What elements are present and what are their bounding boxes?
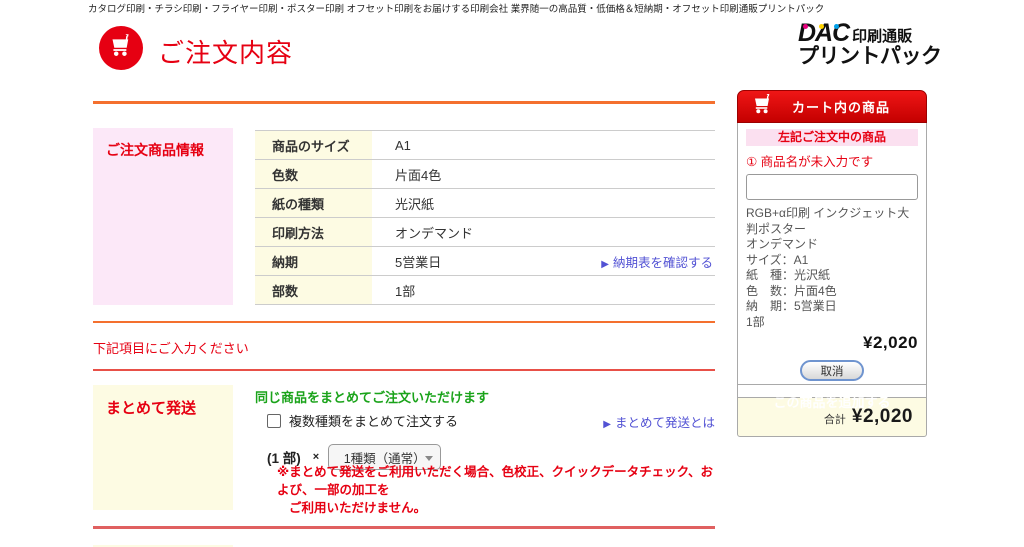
- product-name-input[interactable]: [746, 174, 918, 200]
- cart-total-label: 合計: [823, 414, 846, 426]
- printpac-logo: DAC 印刷通販 プリントパック: [798, 20, 948, 68]
- note-line-1: ※まとめて発送をご利用いただく場合、色校正、クイックデータチェック、および、一部…: [277, 465, 714, 497]
- cart-item-price: ¥2,020: [863, 333, 918, 352]
- logo-yellow-dot: [819, 24, 824, 29]
- cart-total-value: ¥2,020: [851, 406, 913, 427]
- row-label: 色数: [255, 160, 372, 188]
- row-value: オンデマンド: [395, 225, 474, 241]
- batch-shipping-info-link-label: まとめて発送とは: [614, 416, 715, 430]
- table-row-paper: 紙の種類 光沢紙: [255, 189, 715, 218]
- logo-magenta-dot: [803, 24, 808, 29]
- logo-line1: 印刷通販: [852, 27, 913, 45]
- divider-orange-mid: [93, 321, 715, 323]
- cart-sidebar: カート内の商品 左記ご注文中の商品 ① 商品名が未入力です RGB+α印刷 イン…: [737, 90, 927, 437]
- row-label: 部数: [255, 276, 372, 304]
- table-row-copies: 部数 1部: [255, 276, 715, 305]
- divider-red-thin: [93, 369, 715, 371]
- cart-title: カート内の商品: [792, 100, 891, 115]
- cart-item-details: RGB+α印刷 インクジェット大判ポスター オンデマンド サイズ：A1 紙 種：…: [746, 206, 918, 330]
- cart-item-name: RGB+α印刷 インクジェット大判ポスター: [746, 206, 910, 236]
- logo-cyan-dot: [834, 24, 839, 29]
- row-label: 印刷方法: [255, 218, 372, 246]
- cart-item-line: 紙 種：光沢紙: [746, 268, 831, 282]
- row-value: 1部: [395, 283, 416, 299]
- input-instruction-text: 下記項目にご入力ください: [93, 341, 249, 356]
- logo-line2: プリントパック: [798, 45, 942, 69]
- row-label: 紙の種類: [255, 189, 372, 217]
- note-line-2: ご利用いただけません。: [289, 501, 427, 515]
- table-row-size: 商品のサイズ A1: [255, 131, 715, 160]
- product-info-section-box: ご注文商品情報: [93, 128, 233, 305]
- batch-shipping-checkbox-label: 複数種類をまとめて注文する: [289, 414, 459, 429]
- row-value: 5営業日: [395, 254, 442, 270]
- row-value: 光沢紙: [395, 196, 435, 212]
- row-value: A1: [395, 137, 411, 153]
- delivery-schedule-link[interactable]: ▶ 納期表を確認する: [601, 252, 713, 271]
- batch-shipping-checkbox-row: 複数種類をまとめて注文する: [267, 411, 458, 430]
- multiply-sign: ×: [312, 451, 320, 463]
- triangle-icon: ▶: [601, 258, 609, 270]
- cart-item-line: サイズ：A1: [746, 252, 809, 267]
- order-header-icon: [99, 26, 143, 70]
- cart-item-line: オンデマンド: [746, 237, 819, 251]
- cart-name-warning: ① 商品名が未入力です: [746, 155, 874, 169]
- row-value: 片面4色: [395, 167, 442, 183]
- batch-shipping-note: ※まとめて発送をご利用いただく場合、色校正、クイックデータチェック、および、一部…: [277, 463, 722, 517]
- cart-item-line: 納 期：5営業日: [746, 299, 837, 313]
- cart-item-line: 1部: [746, 314, 765, 329]
- row-label: 納期: [255, 247, 372, 275]
- batch-shipping-section-label: まとめて発送: [106, 400, 197, 417]
- product-info-section-label: ご注文商品情報: [106, 142, 204, 158]
- divider-red-bottom: [93, 526, 715, 529]
- cancel-button[interactable]: 取消: [800, 360, 864, 381]
- cart-icon: [108, 32, 135, 64]
- divider-orange-top: [93, 101, 715, 104]
- cart-header: カート内の商品: [737, 90, 927, 123]
- batch-shipping-info-link[interactable]: ▶ まとめて発送とは: [603, 412, 715, 431]
- triangle-icon: ▶: [603, 419, 611, 430]
- batch-shipping-checkbox[interactable]: [267, 413, 281, 428]
- table-row-method: 印刷方法 オンデマンド: [255, 218, 715, 247]
- cart-subtitle: 左記ご注文中の商品: [746, 129, 918, 146]
- chevron-down-icon: [425, 456, 434, 461]
- cart-item-line: 色 数：片面4色: [746, 283, 837, 298]
- product-info-table: 商品のサイズ A1 色数 片面4色 紙の種類 光沢紙 印刷方法 オンデマンド 納…: [255, 130, 715, 305]
- batch-shipping-headline: 同じ商品をまとめてご注文いただけます: [255, 390, 490, 405]
- table-row-delivery: 納期 5営業日 ▶ 納期表を確認する: [255, 247, 715, 276]
- row-label: 商品のサイズ: [255, 131, 372, 159]
- page-title: ご注文内容: [158, 38, 294, 68]
- cart-body: 左記ご注文中の商品 ① 商品名が未入力です RGB+α印刷 インクジェット大判ポ…: [737, 123, 927, 414]
- seo-text-line: カタログ印刷・チラシ印刷・フライヤー印刷・ポスター印刷 オフセット印刷をお届けす…: [88, 4, 825, 15]
- delivery-schedule-link-label: 納期表を確認する: [612, 255, 713, 270]
- cart-icon: [751, 92, 775, 121]
- batch-shipping-section-box: まとめて発送: [93, 385, 233, 510]
- table-row-colors: 色数 片面4色: [255, 160, 715, 189]
